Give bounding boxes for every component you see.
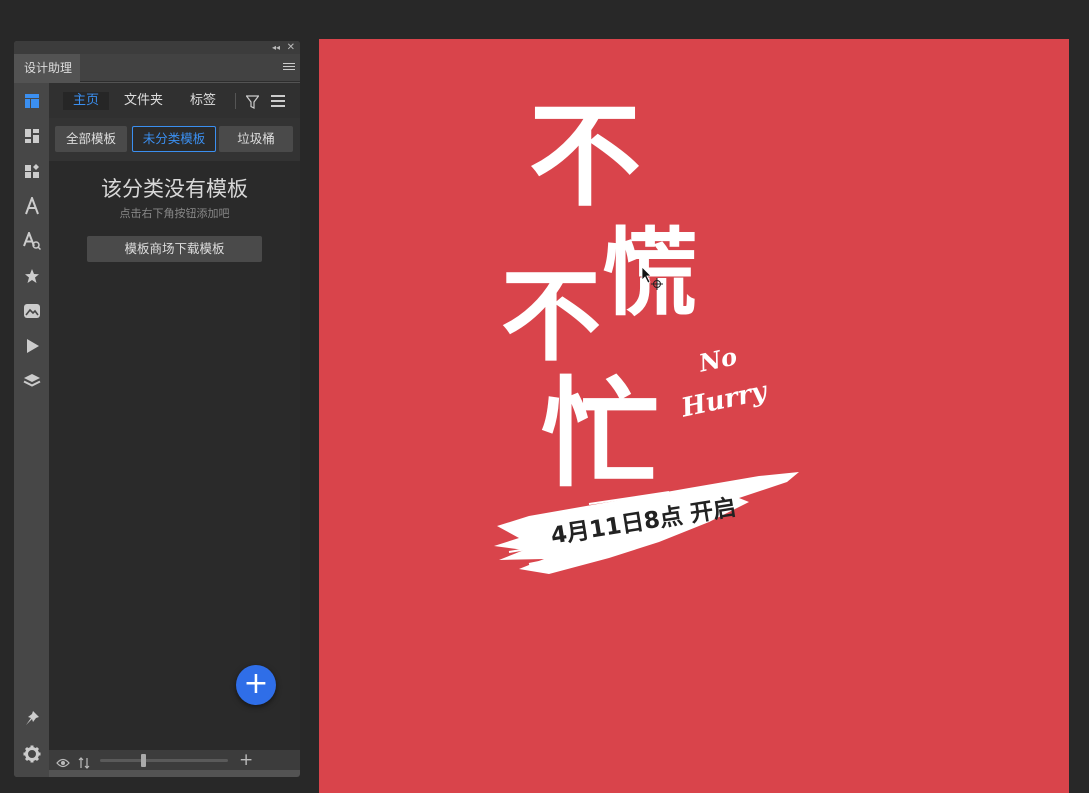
panel-content: 主页 文件夹 标签 全部模板 未分类模板 垃圾桶 该分类没有模板 点击右下角按钮…	[49, 83, 300, 750]
nav-bar: 主页 文件夹 标签	[49, 83, 300, 118]
filter-all-templates[interactable]: 全部模板	[55, 126, 127, 152]
empty-state-title: 该分类没有模板	[101, 177, 248, 201]
pin-icon[interactable]	[22, 708, 42, 728]
nav-divider	[235, 93, 236, 109]
add-template-button[interactable]: +	[236, 665, 276, 705]
eye-icon[interactable]	[56, 754, 70, 773]
filter-trash[interactable]: 垃圾桶	[219, 126, 293, 152]
poster-char-bu-1: 不	[529, 92, 641, 222]
poster-char-bu-2: 不	[501, 258, 601, 375]
nav-tags[interactable]: 标签	[190, 92, 216, 110]
template-store-button[interactable]: 模板商场下载模板	[87, 236, 262, 262]
panel-status-bar: +	[49, 750, 300, 770]
panel-tab-row: 设计助理	[14, 54, 300, 82]
collapse-icon[interactable]: ◂◂	[272, 43, 280, 52]
filter-icon[interactable]	[245, 94, 260, 113]
font-search-icon[interactable]	[22, 231, 42, 251]
layers-icon[interactable]	[22, 371, 42, 391]
sort-icon[interactable]	[78, 754, 90, 773]
poster-canvas[interactable]: 不 慌 不 忙 No Hurry 4月11日8点 开启	[319, 39, 1069, 793]
list-menu-icon[interactable]	[271, 95, 285, 107]
star-icon[interactable]	[22, 266, 42, 286]
panel-topbar: ◂◂ ✕	[14, 41, 300, 54]
text-icon[interactable]	[22, 196, 42, 216]
zoom-slider-handle[interactable]	[141, 754, 146, 767]
poster-english-hurry: Hurry	[678, 376, 770, 424]
nav-folders[interactable]: 文件夹	[124, 92, 163, 110]
filter-uncategorized[interactable]: 未分类模板	[132, 126, 216, 152]
close-icon[interactable]: ✕	[287, 42, 295, 53]
elements-icon[interactable]	[22, 161, 42, 181]
play-icon[interactable]	[22, 336, 42, 356]
poster-english-no: No	[696, 341, 740, 378]
add-small-icon[interactable]: +	[239, 750, 253, 770]
image-icon[interactable]	[22, 301, 42, 321]
panel-menu-icon[interactable]	[283, 61, 295, 72]
side-toolbar	[14, 83, 49, 777]
panel-tab-title[interactable]: 设计助理	[14, 54, 80, 82]
filter-row: 全部模板 未分类模板 垃圾桶	[49, 118, 300, 161]
empty-state-subtitle: 点击右下角按钮添加吧	[119, 207, 230, 220]
cursor-move-icon	[641, 266, 663, 290]
nav-home[interactable]: 主页	[63, 92, 110, 110]
dashboard-icon[interactable]	[22, 126, 42, 146]
layout-icon[interactable]	[22, 91, 42, 111]
settings-gear-icon[interactable]	[22, 744, 42, 764]
zoom-slider-track[interactable]	[100, 759, 228, 762]
